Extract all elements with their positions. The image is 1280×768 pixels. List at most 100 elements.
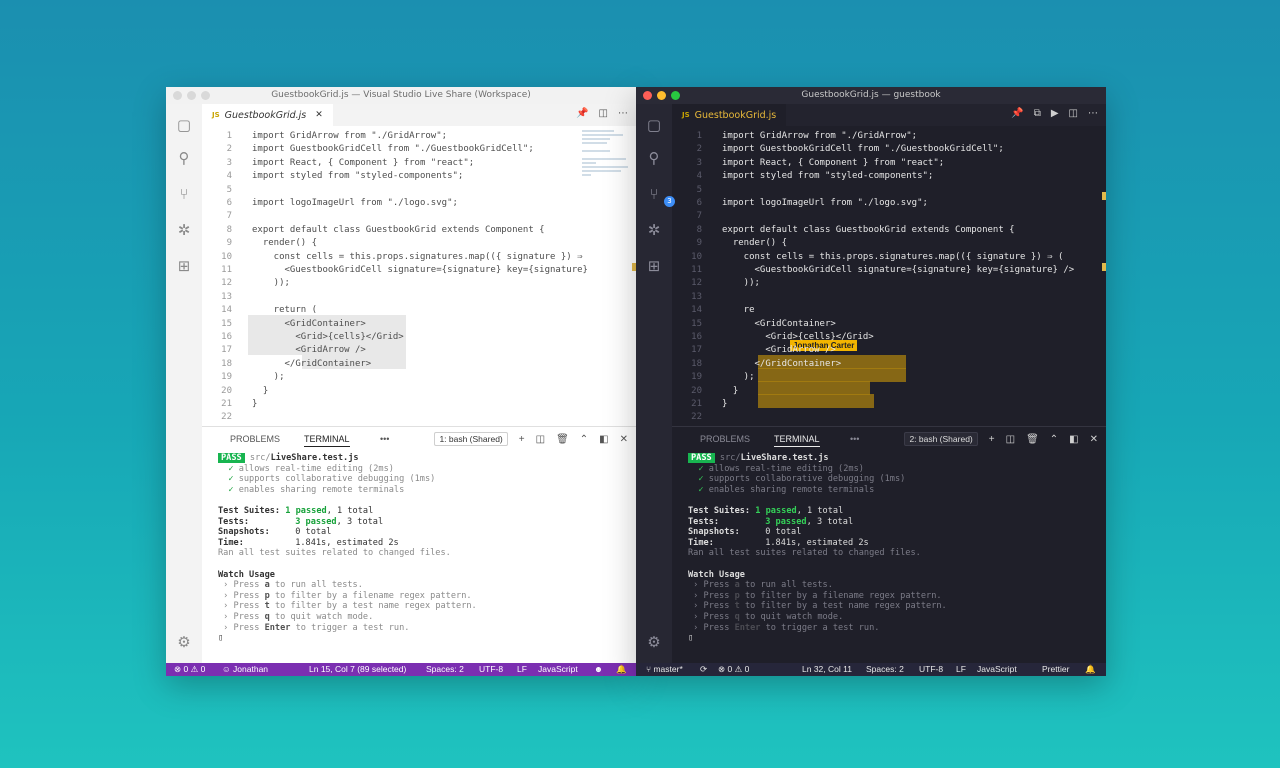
- maximize-panel-icon[interactable]: ◧: [1069, 434, 1078, 445]
- language-mode[interactable]: JavaScript: [977, 663, 1017, 676]
- window-controls[interactable]: [643, 91, 680, 100]
- panel-actions: 1: bash (Shared) + ◫ 🗑 ⌃ ◧ ✕: [434, 432, 628, 446]
- indentation[interactable]: Spaces: 2: [426, 663, 464, 676]
- debug-icon[interactable]: ✲: [175, 221, 193, 239]
- pin-icon[interactable]: 📌: [576, 108, 588, 119]
- git-branch[interactable]: ⑂ master*: [646, 663, 683, 676]
- problems-indicator[interactable]: ⊗ 0 ⚠ 0: [718, 663, 749, 676]
- panel-more-button[interactable]: •••: [380, 434, 389, 444]
- tab-guestbookgrid[interactable]: JS GuestbookGrid.js ✕: [202, 104, 333, 126]
- split-terminal-icon[interactable]: ◫: [1006, 434, 1015, 445]
- watch-key: t: [264, 601, 270, 612]
- code-text: import logoImageUrl from "./logo.svg";: [252, 198, 458, 208]
- line-number: 16: [221, 332, 232, 342]
- line-number: 6: [696, 198, 702, 208]
- code-text: import GridArrow from "./GridArrow";: [252, 131, 448, 141]
- cursor-position[interactable]: Ln 15, Col 7 (89 selected): [309, 663, 406, 676]
- debug-icon[interactable]: ✲: [645, 221, 663, 239]
- panel-more-button[interactable]: •••: [850, 434, 859, 444]
- code-editor[interactable]: Jonathan Carter 1 import GridArrow from "…: [672, 126, 1106, 426]
- test-result: supports collaborative debugging (1ms): [238, 474, 436, 485]
- line-number: 18: [221, 358, 232, 369]
- tab-problems[interactable]: PROBLEMS: [230, 434, 280, 444]
- line-number: 1: [696, 131, 702, 141]
- code-text: return (: [252, 305, 318, 316]
- line-number: 3: [696, 157, 702, 168]
- language-mode[interactable]: JavaScript: [538, 663, 578, 676]
- close-icon[interactable]: ✕: [315, 110, 323, 120]
- explorer-icon[interactable]: ▢: [645, 116, 663, 134]
- code-text: import styled from "styled-components";: [252, 171, 464, 182]
- window-controls[interactable]: [173, 91, 210, 100]
- panel-tabs: PROBLEMS TERMINAL ••• 2: bash (Shared) +…: [672, 427, 1106, 451]
- test-result: allows real-time editing (2ms): [238, 463, 394, 474]
- gear-icon[interactable]: ⚙: [645, 633, 663, 651]
- watch-usage-item: › Press q to quit watch mode.: [688, 612, 947, 623]
- code-text: <GuestbookGridCell signature={signature}…: [252, 265, 588, 275]
- split-editor-icon[interactable]: ◫: [599, 108, 608, 119]
- code-text: <GridArrow />: [252, 345, 366, 356]
- cursor-position[interactable]: Ln 32, Col 11: [802, 663, 852, 676]
- extensions-icon[interactable]: ⊞: [645, 257, 663, 275]
- close-panel-icon[interactable]: ✕: [1090, 434, 1098, 445]
- code-text: import GridArrow from "./GridArrow";: [722, 131, 918, 141]
- add-terminal-icon[interactable]: +: [989, 434, 995, 445]
- explorer-icon[interactable]: ▢: [175, 116, 193, 134]
- suites-pass: 1 passed: [285, 505, 327, 516]
- close-panel-icon[interactable]: ✕: [620, 434, 628, 445]
- trash-icon[interactable]: 🗑: [1026, 434, 1039, 445]
- test-result: allows real-time editing (2ms): [708, 463, 864, 474]
- encoding[interactable]: UTF-8: [479, 663, 503, 676]
- add-terminal-icon[interactable]: +: [519, 434, 525, 445]
- bell-icon[interactable]: 🔔: [616, 663, 627, 676]
- split-terminal-icon[interactable]: ◫: [536, 434, 545, 445]
- indentation[interactable]: Spaces: 2: [866, 663, 904, 676]
- line-number: 22: [221, 412, 232, 423]
- minimap[interactable]: [582, 128, 628, 198]
- end-of-line[interactable]: LF: [517, 663, 527, 676]
- line-number: 21: [221, 399, 232, 409]
- formatter[interactable]: Prettier: [1042, 663, 1069, 676]
- tab-terminal[interactable]: TERMINAL: [304, 434, 350, 447]
- line-number: 4: [226, 171, 232, 182]
- gear-icon[interactable]: ⚙: [175, 633, 193, 651]
- end-of-line[interactable]: LF: [956, 663, 966, 676]
- search-icon[interactable]: ⚲: [175, 149, 193, 167]
- sync-icon[interactable]: ⟳: [700, 663, 707, 676]
- smiley-feedback-icon[interactable]: ☻: [594, 663, 603, 676]
- tab-problems[interactable]: PROBLEMS: [700, 434, 750, 444]
- tests-pass: 3 passed: [295, 516, 337, 527]
- trash-icon[interactable]: 🗑: [556, 434, 569, 445]
- problems-indicator[interactable]: ⊗ 0 ⚠ 0: [174, 663, 205, 676]
- pin-icon[interactable]: 📌: [1011, 108, 1023, 119]
- ran-message: Ran all test suites related to changed f…: [688, 548, 921, 559]
- ran-message: Ran all test suites related to changed f…: [218, 548, 451, 559]
- run-icon[interactable]: ▶: [1051, 108, 1059, 119]
- extensions-icon[interactable]: ⊞: [175, 257, 193, 275]
- terminal-output[interactable]: PASS src/LiveShare.test.js ✓ allows real…: [218, 453, 477, 644]
- source-control-icon[interactable]: ⑂: [175, 185, 193, 203]
- tab-guestbookgrid[interactable]: JS GuestbookGrid.js: [672, 104, 787, 126]
- chevron-up-icon[interactable]: ⌃: [1050, 434, 1058, 445]
- terminal-select[interactable]: 2: bash (Shared): [904, 432, 978, 446]
- terminal-output[interactable]: PASS src/LiveShare.test.js ✓ allows real…: [688, 453, 947, 644]
- chevron-up-icon[interactable]: ⌃: [580, 434, 588, 445]
- terminal-select[interactable]: 1: bash (Shared): [434, 432, 508, 446]
- code-text: }: [252, 385, 269, 396]
- split-editor-icon[interactable]: ◫: [1069, 108, 1078, 119]
- source-control-icon[interactable]: ⑂ 3: [645, 185, 675, 207]
- more-actions-icon[interactable]: ⋯: [1088, 108, 1098, 119]
- line-number: 17: [691, 345, 702, 356]
- live-share-user[interactable]: ☺ Jonathan: [222, 663, 268, 676]
- bell-icon[interactable]: 🔔: [1085, 663, 1096, 676]
- code-editor[interactable]: 1 import GridArrow from "./GridArrow"; 2 im…: [202, 126, 636, 426]
- tab-terminal[interactable]: TERMINAL: [774, 434, 820, 447]
- encoding[interactable]: UTF-8: [919, 663, 943, 676]
- search-icon[interactable]: ⚲: [645, 149, 663, 167]
- code-text: <GridArrow />: [722, 345, 836, 356]
- more-actions-icon[interactable]: ⋯: [618, 108, 628, 119]
- maximize-panel-icon[interactable]: ◧: [599, 434, 608, 445]
- editor-actions: 📌 ⧉ ▶ ◫ ⋯: [1011, 108, 1098, 119]
- check-icon: ✓: [218, 484, 239, 495]
- compare-icon[interactable]: ⧉: [1034, 108, 1041, 119]
